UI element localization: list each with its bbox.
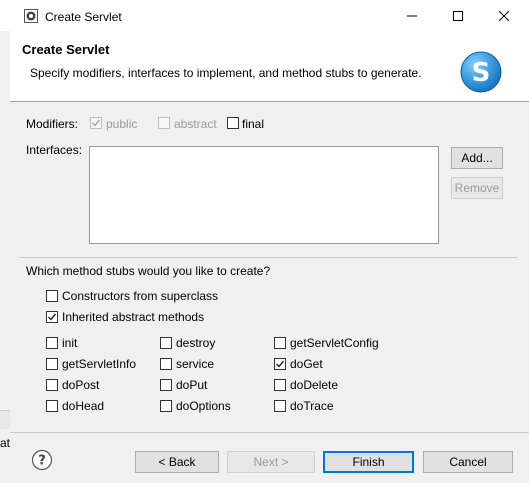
separator [20,257,517,258]
dotrace-label: doTrace [290,399,334,413]
checkmark-icon [92,119,101,127]
close-button[interactable] [481,0,527,31]
dooptions-checkbox[interactable] [160,400,172,412]
abstract-label: abstract [174,117,217,131]
window-title: Create Servlet [45,10,122,24]
doput-label: doPut [176,378,208,392]
remove-interface-button[interactable]: Remove [451,177,503,199]
maximize-icon [453,10,463,21]
help-icon[interactable]: ? [31,449,53,471]
eclipse-app-icon [24,9,38,23]
add-interface-button[interactable]: Add... [451,147,503,169]
dodelete-checkbox[interactable] [274,379,286,391]
public-label: public [106,117,138,131]
background-tab-fragment [0,410,10,429]
interfaces-list[interactable] [89,146,439,244]
inherited-label: Inherited abstract methods [62,310,205,324]
service-label: service [176,357,215,371]
modifiers-label: Modifiers: [26,117,79,131]
minimize-button[interactable] [389,0,435,31]
close-icon [499,10,509,21]
getservletconfig-checkbox[interactable] [274,337,286,349]
abstract-checkbox[interactable] [158,117,170,129]
final-checkbox[interactable] [227,117,239,129]
banner-title: Create Servlet [22,42,110,57]
destroy-label: destroy [176,336,216,350]
cancel-button[interactable]: Cancel [423,451,513,473]
dodelete-label: doDelete [290,378,339,392]
next-button[interactable]: Next > [227,451,315,473]
background-text-fragment: at v [0,436,10,450]
maximize-button[interactable] [435,0,481,31]
dopost-label: doPost [62,378,100,392]
final-label: final [242,117,265,131]
doget-checkbox[interactable] [274,358,286,370]
dotrace-checkbox[interactable] [274,400,286,412]
dopost-checkbox[interactable] [46,379,58,391]
destroy-checkbox[interactable] [160,337,172,349]
doput-checkbox[interactable] [160,379,172,391]
constructors-label: Constructors from superclass [62,289,219,303]
servlet-logo-icon: S [459,48,507,96]
title-bar: Create Servlet [0,0,529,31]
svg-text:S: S [472,58,491,88]
finish-button[interactable]: Finish [323,451,414,473]
getservletinfo-label: getServletInfo [62,357,137,371]
getservletconfig-label: getServletConfig [290,336,379,350]
init-checkbox[interactable] [46,337,58,349]
checkmark-icon [276,360,285,368]
init-label: init [62,336,78,350]
constructors-checkbox[interactable] [46,290,58,302]
footer-separator [10,432,529,433]
svg-text:?: ? [38,454,46,469]
back-button[interactable]: < Back [135,451,219,473]
dooptions-label: doOptions [176,399,231,413]
service-checkbox[interactable] [160,358,172,370]
inherited-checkbox[interactable] [46,311,58,323]
public-checkbox[interactable] [90,117,102,129]
dohead-label: doHead [62,399,105,413]
method-stubs-question: Which method stubs would you like to cre… [26,264,271,278]
minimize-icon [407,15,417,16]
getservletinfo-checkbox[interactable] [46,358,58,370]
wizard-banner: Create Servlet Specify modifiers, interf… [10,31,529,102]
doget-label: doGet [290,357,323,371]
interfaces-label: Interfaces: [26,143,83,157]
dohead-checkbox[interactable] [46,400,58,412]
banner-description: Specify modifiers, interfaces to impleme… [30,66,422,80]
checkmark-icon [48,313,57,321]
